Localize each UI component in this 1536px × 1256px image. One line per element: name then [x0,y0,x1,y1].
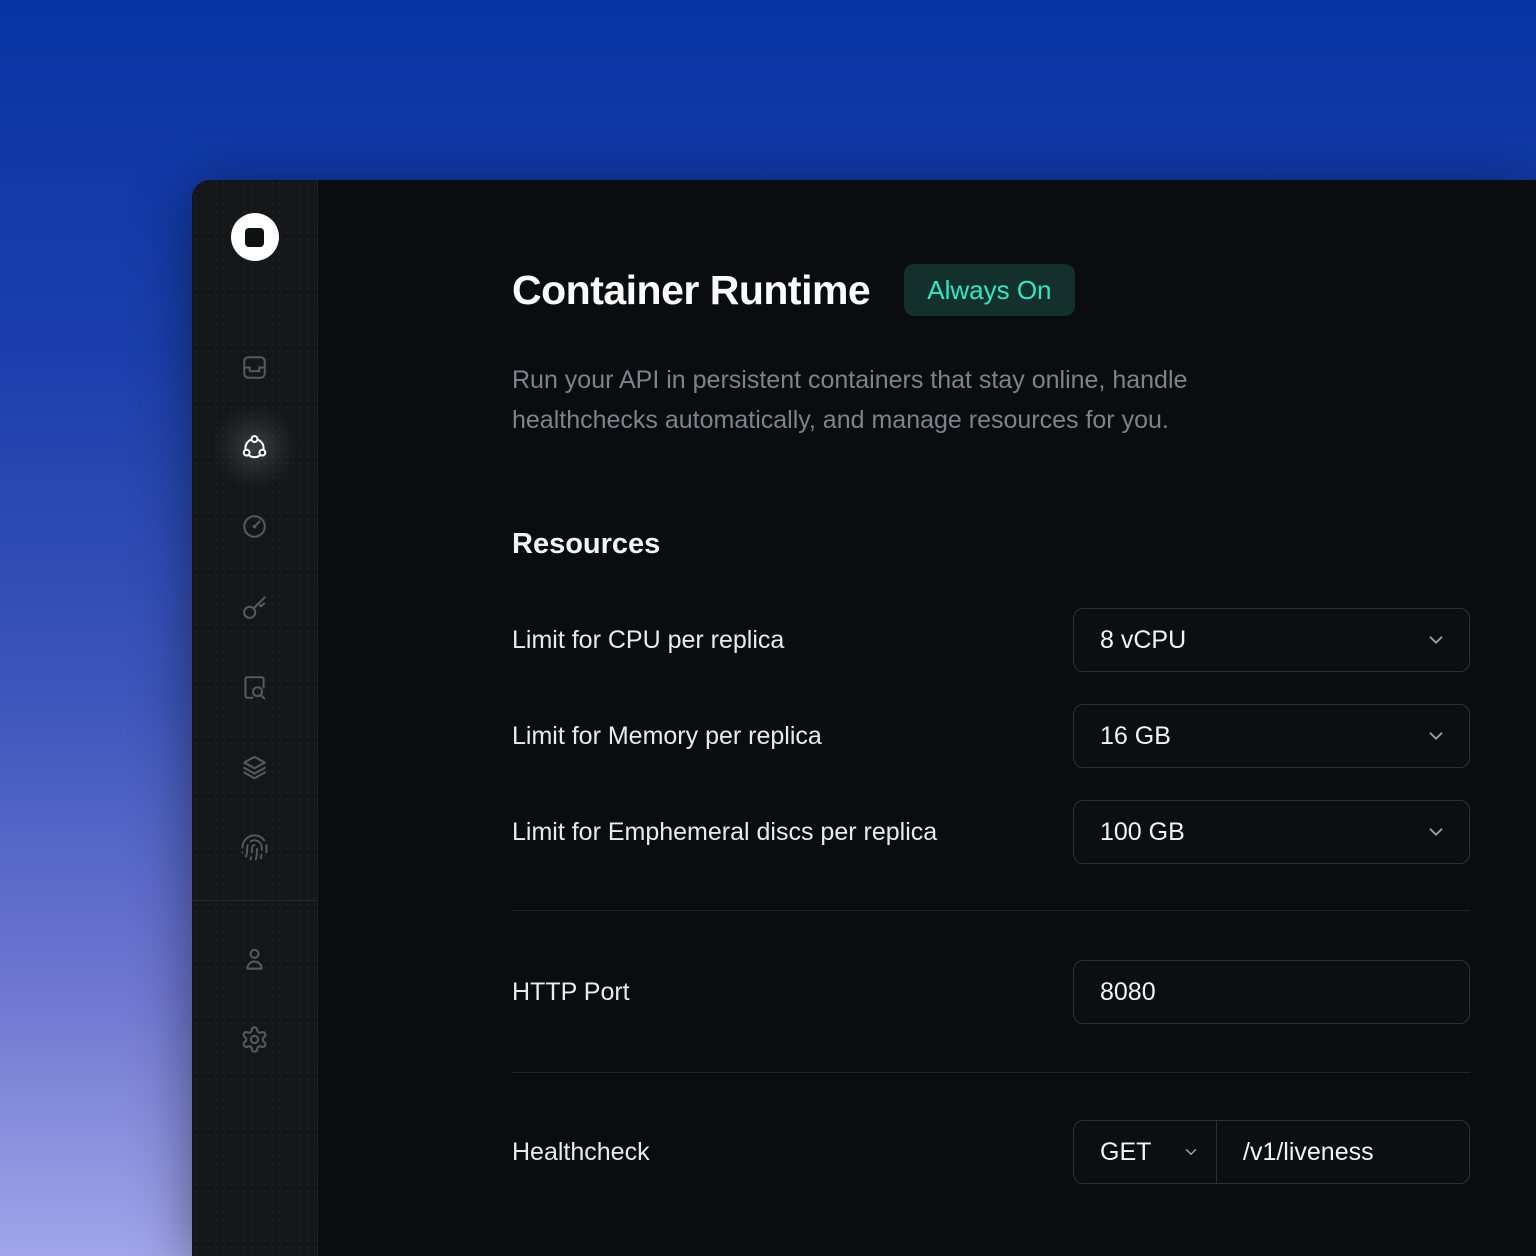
chevron-down-icon [1425,725,1447,747]
user-icon [240,945,269,974]
sidebar-item-identity[interactable] [231,823,279,871]
cpu-limit-select[interactable]: 8 vCPU [1073,608,1470,672]
logo-square-icon [245,228,264,247]
http-port-input[interactable]: 8080 [1073,960,1470,1024]
healthcheck-control: GET /v1/liveness [1073,1120,1470,1184]
always-on-badge: Always On [904,264,1074,316]
resources-heading: Resources [512,526,1470,562]
memory-limit-select[interactable]: 16 GB [1073,704,1470,768]
disc-limit-label: Limit for Emphemeral discs per replica [512,818,937,847]
sidebar-item-api-keys[interactable] [231,583,279,631]
section-divider [512,1072,1470,1073]
healthcheck-row: Healthcheck GET /v1/liveness [512,1120,1470,1184]
disc-limit-value: 100 GB [1074,818,1185,847]
sidebar-divider [192,900,317,901]
app-window: Container Runtime Always On Run your API… [192,180,1536,1256]
file-search-icon [240,673,269,702]
fingerprint-icon [240,833,269,862]
cpu-limit-label: Limit for CPU per replica [512,626,784,655]
gauge-icon [240,512,269,541]
sidebar-item-settings[interactable] [231,1015,279,1063]
http-port-value: 8080 [1074,978,1156,1007]
sidebar-item-account[interactable] [231,935,279,983]
http-port-label: HTTP Port [512,978,630,1007]
cpu-limit-row: Limit for CPU per replica 8 vCPU [512,608,1470,672]
healthcheck-path-input[interactable]: /v1/liveness [1217,1138,1469,1167]
sidebar-item-logs[interactable] [231,663,279,711]
sidebar-item-metrics[interactable] [231,502,279,550]
layers-icon [240,753,269,782]
app-logo[interactable] [231,213,279,261]
key-icon [240,593,269,622]
inbox-icon [240,353,269,382]
page-description: Run your API in persistent containers th… [512,360,1332,440]
healthcheck-label: Healthcheck [512,1138,650,1167]
page-title: Container Runtime [512,264,870,316]
sidebar-item-container-runtime[interactable] [231,423,279,471]
healthcheck-method-select[interactable]: GET [1074,1121,1217,1183]
memory-limit-row: Limit for Memory per replica 16 GB [512,704,1470,768]
disc-limit-row: Limit for Emphemeral discs per replica 1… [512,800,1470,864]
healthcheck-method-value: GET [1074,1138,1151,1167]
memory-limit-value: 16 GB [1074,722,1171,751]
container-network-icon [240,433,269,462]
sidebar [192,180,318,1256]
memory-limit-label: Limit for Memory per replica [512,722,822,751]
settings-gear-icon [240,1025,269,1054]
section-divider [512,910,1470,911]
cpu-limit-value: 8 vCPU [1074,626,1186,655]
disc-limit-select[interactable]: 100 GB [1073,800,1470,864]
chevron-down-icon [1425,629,1447,651]
main-content: Container Runtime Always On Run your API… [318,180,1536,1256]
chevron-down-icon [1182,1143,1200,1161]
chevron-down-icon [1425,821,1447,843]
page-header: Container Runtime Always On [512,264,1470,316]
sidebar-item-inbox[interactable] [231,343,279,391]
sidebar-item-layers[interactable] [231,743,279,791]
http-port-row: HTTP Port 8080 [512,960,1470,1024]
